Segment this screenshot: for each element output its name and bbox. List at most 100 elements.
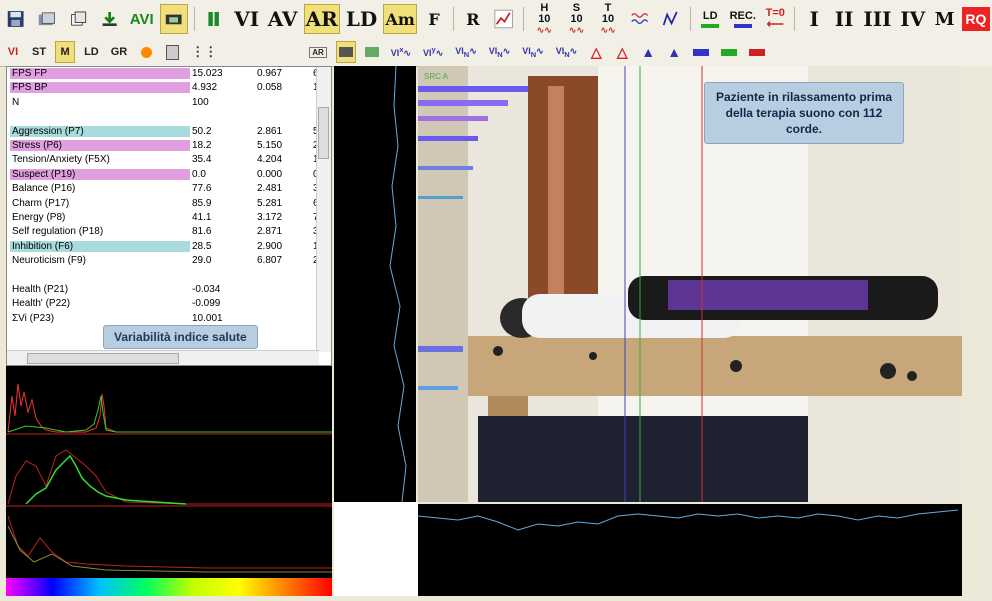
line-chart-icon	[494, 9, 513, 29]
color-swatch-icon	[721, 48, 738, 56]
phase-i-button[interactable]: I	[801, 4, 827, 34]
table-row[interactable]: FPS FP15.0230.9676	[7, 67, 331, 81]
color-swatch-icon	[693, 48, 710, 56]
rq-button[interactable]: RQ	[961, 7, 991, 31]
scrollbar-thumb[interactable]	[318, 107, 329, 159]
vi-filter-3[interactable]: VIN∿	[452, 41, 479, 63]
av-mode-button[interactable]: AV	[266, 4, 300, 34]
t10-button[interactable]: T 10 ∿∿	[594, 2, 621, 35]
rec-button[interactable]: REC.	[727, 4, 758, 34]
vi-filter-1[interactable]: VIx∿	[388, 41, 414, 63]
triangle-blue-button-1[interactable]: ▲	[638, 41, 658, 63]
row-value: 50.2	[192, 125, 212, 137]
blank-area	[334, 502, 418, 596]
signal-button[interactable]	[657, 4, 684, 34]
r-mode-button[interactable]: R	[460, 4, 486, 34]
horizontal-scrollbar[interactable]	[7, 350, 319, 365]
avi-button[interactable]: AVI	[127, 4, 156, 34]
st-tab[interactable]: ST	[29, 41, 49, 63]
m-button[interactable]: M	[932, 4, 958, 34]
table-row[interactable]: Balance (P16)77.62.4813	[7, 182, 331, 196]
table-row[interactable]: Inhibition (F6)28.52.9001(	[7, 240, 331, 254]
row-deviation: 5.150	[257, 139, 283, 151]
filter-button[interactable]: ⋮⋮	[188, 41, 220, 63]
phase-iv-button[interactable]: IV	[898, 4, 928, 34]
calculator-button[interactable]	[162, 41, 182, 63]
camera-button[interactable]	[160, 4, 188, 34]
wave-icon: ∿∿	[568, 24, 584, 35]
green-swatch-button[interactable]	[718, 41, 740, 63]
m-tab[interactable]: M	[55, 41, 76, 63]
red-swatch-button[interactable]	[746, 41, 768, 63]
vi-tab[interactable]: VI	[3, 41, 23, 63]
camera-icon	[338, 47, 353, 57]
triangle-icon: ▲	[667, 44, 682, 60]
table-row[interactable]: Stress (P6)18.25.1502(	[7, 139, 331, 153]
vi-mode-button[interactable]: VI	[232, 4, 262, 34]
vi-filter-6[interactable]: VIN∿	[553, 41, 580, 63]
save-button[interactable]	[2, 4, 29, 34]
signal-icon	[662, 11, 678, 26]
row-name: Health (P21)	[12, 283, 69, 295]
download-button[interactable]	[96, 4, 123, 34]
triangle-button-1[interactable]: △	[586, 41, 606, 63]
phase-ii-button[interactable]: II	[831, 4, 857, 34]
blue-swatch-button[interactable]	[690, 41, 712, 63]
vi-filter-5[interactable]: VIN∿	[519, 41, 546, 63]
row-name: Self regulation (P18)	[12, 226, 104, 238]
table-row[interactable]: N 100	[7, 96, 331, 110]
ar-small-button[interactable]: AR	[306, 41, 330, 63]
phase-iii-button[interactable]: III	[861, 4, 894, 34]
triangle-button-2[interactable]: △	[612, 41, 632, 63]
export-button[interactable]	[65, 4, 92, 34]
camera-small-button[interactable]	[335, 41, 356, 63]
table-row[interactable]: Health (P21) -0.034	[7, 283, 331, 297]
table-row[interactable]	[7, 268, 331, 282]
row-name: Suspect (P19)	[10, 168, 190, 180]
separator	[523, 7, 525, 31]
download-icon	[102, 11, 117, 27]
vertical-signal-plot	[389, 65, 407, 503]
ld-tab[interactable]: LD	[81, 41, 102, 63]
scrollbar-thumb[interactable]	[27, 353, 179, 364]
pause-button[interactable]	[200, 4, 227, 34]
h10-button[interactable]: H 10 ∿∿	[530, 2, 558, 35]
table-row[interactable]: Neuroticism (F9)29.06.8072:	[7, 254, 331, 268]
table-row[interactable]: Self regulation (P18)81.62.8713	[7, 225, 331, 239]
f-mode-button[interactable]: F	[421, 4, 447, 34]
table-row[interactable]: Health' (P22) -0.099	[7, 297, 331, 311]
waves-button[interactable]	[626, 4, 653, 34]
triangle-icon: △	[616, 43, 628, 60]
row-deviation: 2.861	[257, 125, 283, 137]
vi-wave-icon: VIx∿	[390, 45, 412, 58]
copy-icon	[70, 11, 86, 26]
vi-filter-4[interactable]: VIN∿	[486, 41, 513, 63]
vi-wave-icon: VIy∿	[423, 45, 444, 58]
triangle-blue-button-2[interactable]: ▲	[664, 41, 684, 63]
gr-tab[interactable]: GR	[108, 41, 131, 63]
ld-record-button[interactable]: LD	[697, 4, 723, 34]
green-bar-icon	[701, 23, 720, 28]
chart-button[interactable]	[490, 4, 517, 34]
table-row[interactable]: Tension/Anxiety (F5X)35.44.2041	[7, 153, 331, 167]
table-row[interactable]: FPS BP4.9320.0581	[7, 81, 331, 95]
table-row[interactable]: Suspect (P19)0.00.0000	[7, 168, 331, 182]
table-row[interactable]: ΣVi (P23) 10.001	[7, 312, 331, 326]
orange-circle-button[interactable]	[136, 41, 156, 63]
vi-filter-2[interactable]: VIy∿	[420, 41, 446, 63]
ar-mode-button[interactable]: AR	[303, 4, 340, 34]
spectrum-plot	[6, 383, 332, 573]
vertical-scrollbar[interactable]	[316, 67, 331, 352]
table-row[interactable]	[7, 110, 331, 124]
open-file-button[interactable]	[33, 4, 60, 34]
s10-button[interactable]: S 10 ∿∿	[563, 2, 591, 35]
main-toolbar: AVI VI AV AR LD Am F R H 10 ∿∿ S 10 ∿∿ T 1…	[0, 0, 992, 39]
camera-toggle-button[interactable]	[362, 41, 382, 63]
ld-mode-button[interactable]: LD	[344, 4, 380, 34]
table-row[interactable]: Charm (P17)85.95.2816	[7, 197, 331, 211]
t0-button[interactable]: T=0 ⟵	[762, 4, 788, 34]
am-mode-button[interactable]: Am	[383, 4, 418, 34]
vi-wave-icon: VIN∿	[455, 45, 477, 59]
table-row[interactable]: Energy (P8)41.13.1727	[7, 211, 331, 225]
table-row[interactable]: Aggression (P7)50.22.8615	[7, 125, 331, 139]
